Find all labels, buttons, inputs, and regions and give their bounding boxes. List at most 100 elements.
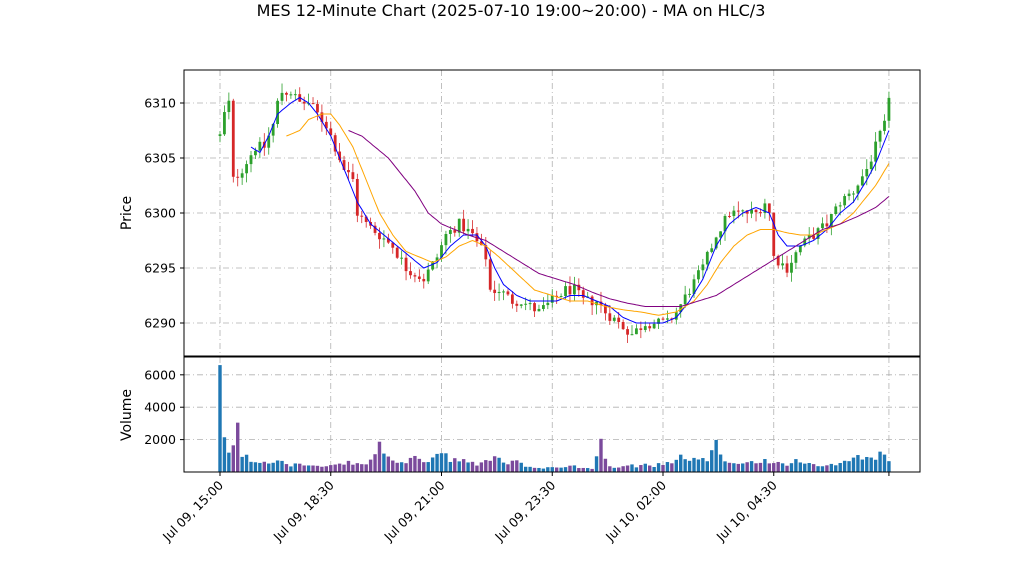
volume-bar bbox=[364, 464, 368, 472]
candle-body bbox=[874, 141, 878, 162]
volume-bar bbox=[581, 467, 585, 472]
candle-body bbox=[417, 276, 421, 279]
volume-bar bbox=[324, 466, 329, 472]
candle-body bbox=[754, 209, 758, 213]
candle-body bbox=[347, 170, 350, 173]
volume-bar bbox=[444, 453, 448, 472]
volume-bar bbox=[289, 466, 293, 472]
candle-body bbox=[533, 303, 536, 312]
candle-body bbox=[546, 302, 550, 306]
candle-body bbox=[528, 303, 532, 305]
candle-body bbox=[860, 176, 864, 186]
volume-bar bbox=[732, 463, 736, 472]
candle-body bbox=[865, 169, 869, 177]
candle-body bbox=[409, 271, 412, 276]
candle-body bbox=[790, 262, 793, 273]
volume-bar bbox=[218, 365, 222, 472]
volume-bar bbox=[842, 460, 847, 472]
volume-bar bbox=[705, 461, 709, 472]
volume-bar bbox=[585, 468, 590, 472]
candle-body bbox=[581, 290, 585, 298]
candle-body bbox=[510, 294, 514, 304]
candle-body bbox=[285, 92, 288, 95]
volume-bar bbox=[661, 465, 665, 472]
candle-body bbox=[559, 296, 563, 298]
candle-body bbox=[612, 317, 616, 321]
volume-bar bbox=[568, 465, 572, 472]
candle-body bbox=[852, 193, 855, 195]
volume-bar bbox=[501, 462, 506, 472]
volume-bar bbox=[484, 460, 488, 472]
volume-bar bbox=[457, 461, 461, 472]
volume-bar bbox=[789, 463, 794, 472]
volume-bar bbox=[803, 463, 807, 472]
candle-body bbox=[838, 205, 842, 207]
volume-bar bbox=[351, 464, 355, 472]
candle-body bbox=[821, 223, 824, 229]
volume-bar bbox=[559, 467, 563, 472]
volume-bar bbox=[714, 439, 718, 472]
x-tick-label: Jul 09, 18:30 bbox=[270, 477, 337, 544]
candle-body bbox=[564, 286, 567, 297]
volume-bar bbox=[320, 466, 324, 472]
volume-bar bbox=[342, 464, 346, 472]
volume-bar bbox=[656, 463, 661, 472]
candle-body bbox=[395, 247, 399, 258]
volume-bar bbox=[701, 458, 705, 472]
volume-bar bbox=[355, 463, 360, 472]
candle-body bbox=[705, 251, 709, 265]
candle-body bbox=[843, 196, 847, 206]
candle-body bbox=[541, 305, 545, 309]
volume-bar bbox=[395, 462, 399, 472]
candle-body bbox=[258, 141, 262, 151]
volume-bar bbox=[820, 466, 825, 472]
volume-bar bbox=[236, 422, 240, 472]
volume-bar bbox=[368, 459, 373, 472]
candle-body bbox=[316, 104, 319, 113]
volume-bar bbox=[262, 461, 266, 472]
candle-body bbox=[617, 317, 621, 323]
volume-bar bbox=[453, 458, 457, 472]
price-axis-label: Price bbox=[119, 196, 135, 230]
volume-bar bbox=[834, 465, 838, 472]
volume-bar bbox=[541, 468, 546, 472]
volume-bar bbox=[360, 464, 364, 472]
volume-bar bbox=[718, 454, 723, 472]
candle-body bbox=[227, 100, 231, 113]
candle-body bbox=[524, 303, 528, 305]
x-axis-ticks: Jul 09, 15:00 Jul 09, 18:30 Jul 09, 21:00 J… bbox=[159, 472, 890, 545]
price-panel: 6290 6295 6300 6305 6310 Price bbox=[119, 69, 921, 357]
volume-bar bbox=[413, 455, 417, 472]
volume-bar bbox=[249, 461, 253, 472]
candle-body bbox=[240, 173, 244, 178]
volume-bar bbox=[563, 467, 568, 472]
volume-bar bbox=[648, 465, 652, 472]
volume-bar bbox=[497, 457, 501, 472]
candle-body bbox=[453, 230, 457, 233]
volume-bar bbox=[430, 457, 435, 472]
price-tick-label: 6295 bbox=[144, 261, 176, 276]
volume-bar bbox=[554, 467, 559, 472]
volume-bar bbox=[829, 463, 834, 472]
candle-body bbox=[573, 284, 576, 295]
volume-axis-label: Volume bbox=[119, 389, 135, 441]
candle-body bbox=[466, 228, 470, 232]
volume-bar bbox=[767, 463, 772, 472]
volume-bar bbox=[306, 465, 311, 472]
x-tick-label: Jul 09, 21:00 bbox=[380, 477, 447, 544]
candle-body bbox=[276, 100, 279, 125]
volume-bar bbox=[860, 459, 865, 472]
volume-bar bbox=[284, 464, 289, 472]
volume-bar bbox=[763, 459, 767, 472]
volume-bar bbox=[253, 462, 258, 472]
volume-bar bbox=[882, 454, 887, 472]
candle-body bbox=[772, 212, 776, 256]
candle-body bbox=[497, 291, 501, 294]
candle-body bbox=[550, 295, 554, 303]
candle-body bbox=[781, 263, 785, 266]
candle-body bbox=[378, 232, 381, 240]
volume-bar bbox=[594, 456, 599, 472]
x-tick-label: Jul 09, 15:00 bbox=[159, 477, 226, 544]
volume-bar bbox=[244, 454, 249, 472]
volume-bar bbox=[643, 463, 647, 472]
